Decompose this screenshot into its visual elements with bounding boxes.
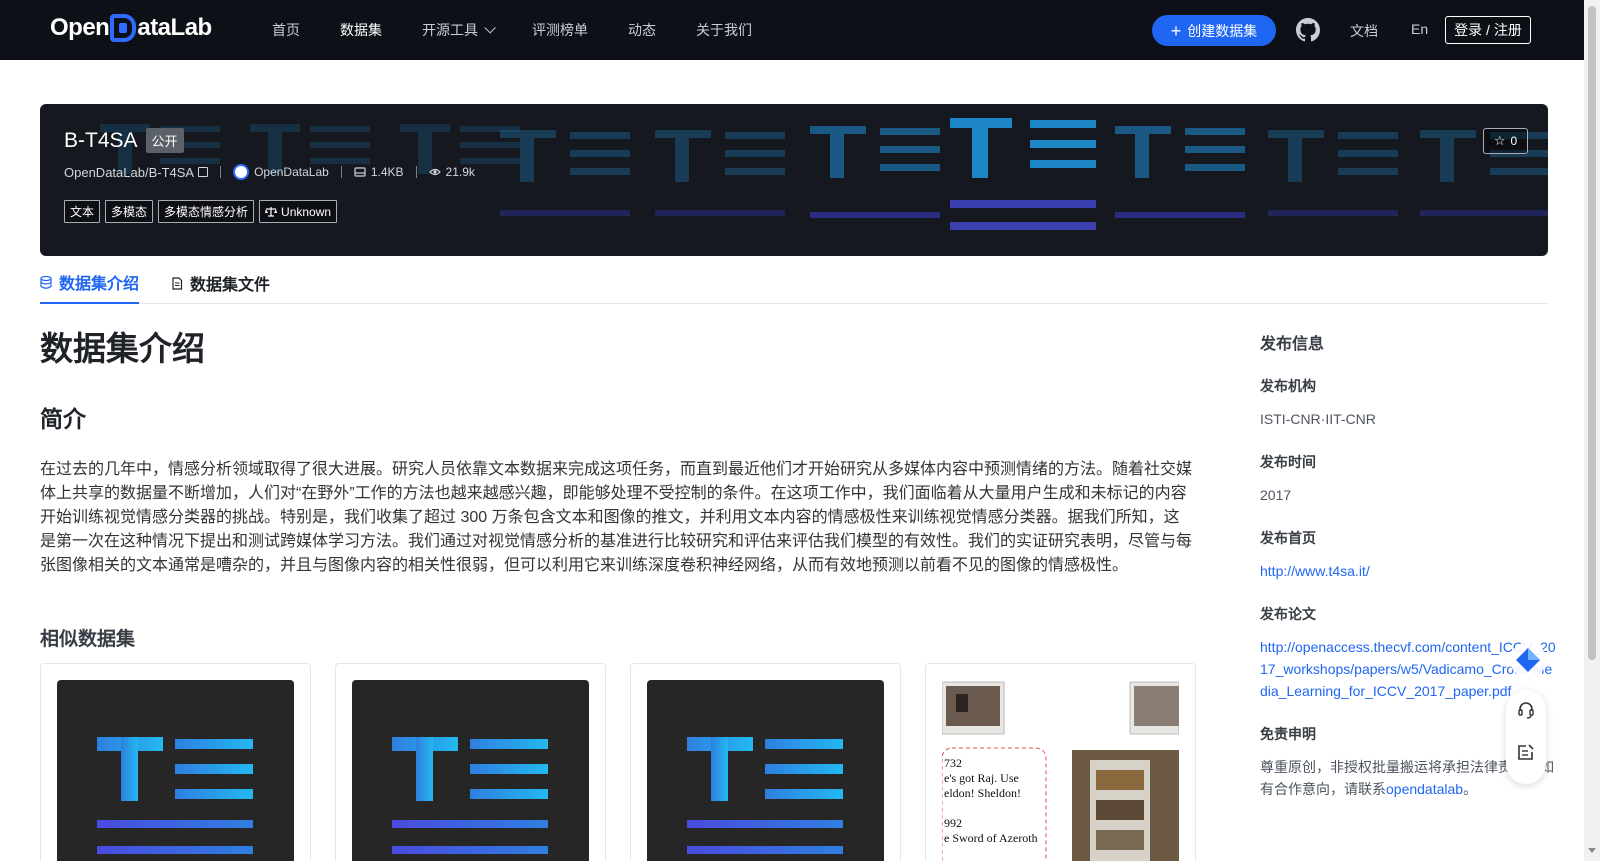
- tab-dataset-files-label: 数据集文件: [190, 277, 271, 294]
- dataset-name: B-T4SA: [64, 128, 138, 152]
- t4sa-logo-icon: [687, 737, 843, 854]
- create-dataset-button[interactable]: + 创建数据集: [1152, 15, 1276, 46]
- chevron-down-icon: [484, 22, 496, 34]
- publisher-value: ISTI-CNR·IIT-CNR: [1260, 411, 1376, 427]
- tag-multimodal[interactable]: 多模态: [105, 200, 154, 223]
- nav-open-tools-label: 开源工具: [422, 22, 478, 38]
- star-icon: ☆: [1493, 133, 1506, 148]
- sample-text-line: eldon! Sheldon!: [944, 786, 1021, 800]
- org-name[interactable]: OpenDataLab: [254, 165, 329, 179]
- nav-home[interactable]: 首页: [272, 20, 300, 40]
- create-dataset-label: 创建数据集: [1187, 22, 1258, 39]
- t4sa-logo-icon: [392, 737, 548, 854]
- file-icon: [172, 276, 183, 290]
- intro-paragraph: 在过去的几年中，情感分析领域取得了很大进展。研究人员依靠文本数据来完成这项任务，…: [40, 461, 1193, 574]
- divider: [220, 166, 222, 178]
- dataset-tags: 文本 多模态 多模态情感分析 Unknown: [64, 200, 342, 223]
- org-avatar: [233, 164, 250, 180]
- divider: [340, 166, 342, 178]
- star-button[interactable]: ☆ 0: [1483, 128, 1528, 154]
- copy-icon[interactable]: [198, 167, 209, 177]
- nav-links: 首页 数据集 开源工具 评测榜单 动态 关于我们: [272, 0, 792, 60]
- floating-toolbar: [1506, 690, 1546, 784]
- nav-about[interactable]: 关于我们: [696, 20, 752, 40]
- similar-datasets-list: 732 e's got Raj. Use eldon! Sheldon! 992…: [40, 663, 1220, 861]
- scrollbar-thumb[interactable]: [1588, 6, 1596, 660]
- nav-open-tools[interactable]: 开源工具: [422, 20, 496, 40]
- main-content: 数据集介绍 简介 在过去的几年中，情感分析领域取得了很大进展。研究人员依靠文本数…: [40, 322, 1196, 861]
- docs-link[interactable]: 文档: [1350, 21, 1378, 41]
- similar-dataset-card[interactable]: [335, 663, 606, 861]
- sample-text-line: 732: [944, 756, 962, 770]
- similar-dataset-card[interactable]: [40, 663, 311, 861]
- publish-info-title: 发布信息: [1260, 336, 1325, 353]
- tab-dataset-intro[interactable]: 数据集介绍: [40, 262, 140, 304]
- tag-text[interactable]: 文本: [64, 200, 101, 223]
- dataset-meta-row: OpenDataLab/B-T4SA OpenDataLab 1.4KB 21.…: [64, 164, 475, 180]
- logo-text-right: ataLab: [137, 14, 212, 41]
- page-title: 数据集介绍: [40, 330, 205, 367]
- language-switch[interactable]: En: [1411, 21, 1428, 37]
- visibility-badge: 公开: [145, 128, 184, 153]
- publish-time-label: 发布时间: [1260, 454, 1316, 470]
- divider: [415, 166, 417, 178]
- eye-icon: [428, 168, 441, 176]
- dataset-cover-photo: 732 e's got Raj. Use eldon! Sheldon! 992…: [942, 680, 1179, 861]
- dataset-cover: [647, 680, 884, 861]
- database-icon: [40, 275, 52, 289]
- sample-text-line: 992: [944, 816, 962, 830]
- publish-time-value: 2017: [1260, 487, 1292, 503]
- license-tag[interactable]: Unknown: [259, 200, 338, 223]
- dataset-tabs: 数据集介绍 数据集文件: [40, 262, 1548, 304]
- disclaimer-end: 。: [1463, 781, 1478, 797]
- top-navbar: Open ataLab 首页 数据集 开源工具 评测榜单 动态 关于我们 + 创…: [0, 0, 1584, 60]
- dataset-title-row: B-T4SA 公开: [64, 128, 184, 153]
- dataset-cover: [352, 680, 589, 861]
- dataset-path: OpenDataLab/B-T4SA: [64, 164, 195, 180]
- headset-icon[interactable]: [1516, 700, 1536, 720]
- github-icon[interactable]: [1296, 18, 1320, 42]
- assistant-diamond-icon[interactable]: [1510, 640, 1550, 686]
- logo-d-icon: [110, 14, 137, 42]
- star-count: 0: [1510, 134, 1518, 148]
- t4sa-logo-icon: [97, 737, 253, 854]
- tab-dataset-files[interactable]: 数据集文件: [171, 262, 270, 304]
- contact-link[interactable]: opendatalab: [1386, 781, 1463, 797]
- publisher-label: 发布机构: [1260, 378, 1316, 394]
- plus-icon: +: [1170, 20, 1182, 41]
- section-title: 简介: [40, 406, 86, 432]
- sample-text-line: e's got Raj. Use: [944, 771, 1019, 785]
- login-register-button[interactable]: 登录 / 注册: [1445, 16, 1531, 44]
- view-count: 21.9k: [445, 165, 475, 179]
- dataset-size: 1.4KB: [370, 165, 404, 179]
- tab-dataset-intro-label: 数据集介绍: [59, 276, 140, 293]
- nav-news[interactable]: 动态: [628, 20, 656, 40]
- logo[interactable]: Open ataLab: [50, 14, 212, 42]
- paper-label: 发布论文: [1260, 606, 1316, 622]
- scroll-down-arrow[interactable]: [1588, 848, 1596, 853]
- disk-icon: [354, 167, 366, 177]
- scale-icon: [265, 207, 278, 217]
- tag-multimodal-sentiment[interactable]: 多模态情感分析: [158, 200, 255, 223]
- nav-leaderboard[interactable]: 评测榜单: [532, 20, 588, 40]
- dataset-banner: B-T4SA 公开 OpenDataLab/B-T4SA OpenDataLab…: [40, 104, 1548, 256]
- similar-datasets-title: 相似数据集: [40, 629, 136, 650]
- nav-datasets[interactable]: 数据集: [340, 20, 382, 40]
- homepage-link[interactable]: http://www.t4sa.it/: [1260, 560, 1560, 582]
- sample-tweet-text: 732 e's got Raj. Use eldon! Sheldon! 992…: [944, 756, 1038, 846]
- sample-text-line: e Sword of Azeroth: [944, 831, 1038, 845]
- banner-pattern: [100, 118, 1548, 230]
- dataset-cover: [57, 680, 294, 861]
- license-label: Unknown: [281, 204, 332, 219]
- similar-dataset-card[interactable]: [630, 663, 901, 861]
- logo-text-left: Open: [50, 14, 110, 41]
- page-scrollbar[interactable]: [1584, 0, 1600, 861]
- homepage-label: 发布首页: [1260, 530, 1316, 546]
- similar-dataset-card[interactable]: 732 e's got Raj. Use eldon! Sheldon! 992…: [925, 663, 1196, 861]
- feedback-edit-icon[interactable]: [1516, 742, 1536, 762]
